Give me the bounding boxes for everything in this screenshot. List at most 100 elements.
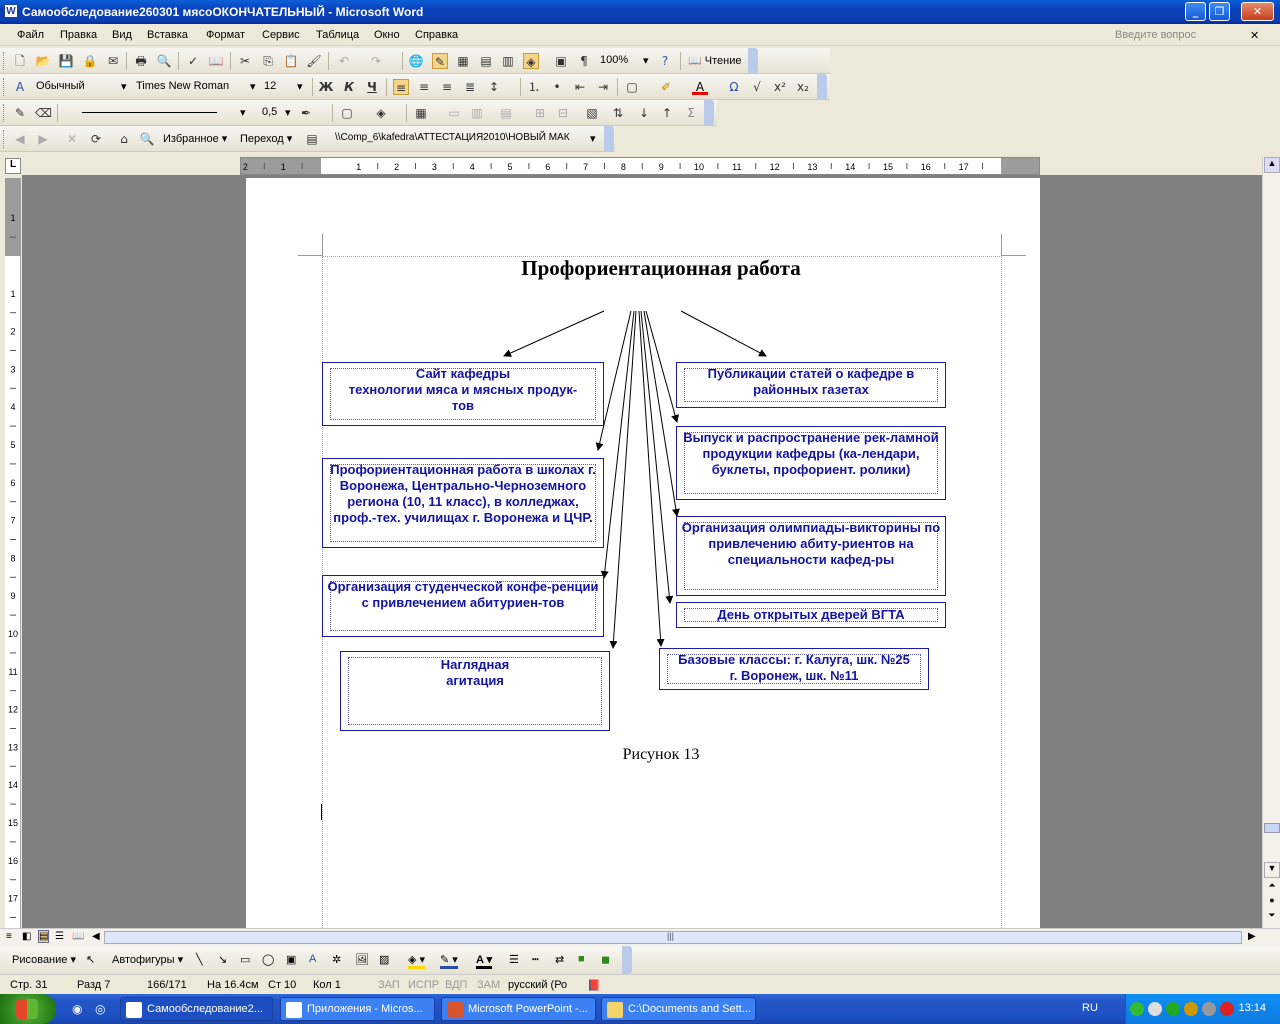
outside-border-icon[interactable]: ▢ xyxy=(339,105,355,121)
distribute-rows-icon[interactable]: ⊞ xyxy=(532,105,548,121)
fill-color-icon[interactable]: ◈ ▾ xyxy=(408,953,426,969)
email-icon[interactable]: ✉ xyxy=(105,53,121,69)
3d-icon[interactable]: ◼ xyxy=(601,953,610,966)
style-dropdown-icon[interactable]: ▾ xyxy=(121,80,127,93)
hscroll-thumb[interactable]: ||| xyxy=(104,931,1242,944)
task-word[interactable]: Самообследование2... xyxy=(120,997,273,1021)
style-select[interactable]: Обычный xyxy=(36,80,85,92)
blocked-icon[interactable] xyxy=(1220,1002,1234,1016)
task-powerpoint[interactable]: Microsoft PowerPoint -... xyxy=(441,997,596,1021)
font-dropdown-icon[interactable]: ▾ xyxy=(250,80,256,93)
text-direction-icon[interactable]: ⇅ xyxy=(610,105,626,121)
scroll-up-icon[interactable]: ▲ xyxy=(1264,157,1280,173)
open-icon[interactable]: 📂 xyxy=(35,53,51,69)
scroll-right-icon[interactable]: ▶ xyxy=(1248,931,1256,942)
zoom-dropdown-icon[interactable]: ▾ xyxy=(643,54,649,67)
normal-view-icon[interactable]: ≡ xyxy=(6,931,12,942)
status-ext[interactable]: ВДП xyxy=(445,979,467,991)
toolbar-options-icon[interactable] xyxy=(817,74,827,100)
toolbar-options-icon[interactable] xyxy=(704,100,714,126)
box-olympiad[interactable]: Организация олимпиады-викторины по привл… xyxy=(676,516,946,596)
spelling-status-icon[interactable]: 📕 xyxy=(587,979,601,992)
box-openday[interactable]: День открытых дверей ВГТА xyxy=(676,602,946,628)
close-doc-icon[interactable]: ✕ xyxy=(1250,29,1259,42)
zoom-select[interactable]: 100% xyxy=(600,54,628,66)
status-trk[interactable]: ИСПР xyxy=(408,979,439,991)
autosum-icon[interactable]: Σ xyxy=(683,105,699,121)
shading-icon[interactable]: ◈ xyxy=(373,105,389,121)
back-icon[interactable]: ◀ xyxy=(12,131,28,147)
select-objects-icon[interactable]: ↖ xyxy=(86,953,95,966)
menu-file[interactable]: Файл xyxy=(17,29,44,41)
stop-icon[interactable]: ✕ xyxy=(64,131,80,147)
styles-icon[interactable]: A xyxy=(12,79,28,95)
menu-view[interactable]: Вид xyxy=(112,29,132,41)
tab-selector[interactable]: L xyxy=(5,158,21,174)
line-icon[interactable]: ╲ xyxy=(196,953,203,966)
toolbar-options-icon[interactable] xyxy=(622,946,632,974)
box-classes[interactable]: Базовые классы: г. Калуга, шк. №25 г. Во… xyxy=(659,648,929,690)
task-word-2[interactable]: Приложения - Micros... xyxy=(280,997,435,1021)
arrow-style-icon[interactable]: ⇄ xyxy=(555,953,564,966)
scroll-left-icon[interactable]: ◀ xyxy=(92,931,100,942)
next-page-icon[interactable]: ⏷ xyxy=(1264,910,1280,926)
sort-asc-icon[interactable]: ↓ xyxy=(636,105,652,121)
research-icon[interactable]: 📖 xyxy=(208,53,224,69)
ask-question-input[interactable]: Введите вопрос xyxy=(1115,29,1196,41)
bullets-icon[interactable]: • xyxy=(549,79,565,95)
size-dropdown-icon[interactable]: ▾ xyxy=(297,80,303,93)
draw-table-icon[interactable]: ✎ xyxy=(12,105,28,121)
doc-map-icon[interactable]: ▣ xyxy=(553,53,569,69)
task-explorer[interactable]: C:\Documents and Sett... xyxy=(601,997,756,1021)
redo-icon[interactable]: ↷ xyxy=(368,53,384,69)
autoshapes-menu[interactable]: Автофигуры ▾ xyxy=(112,953,183,966)
distribute-cols-icon[interactable]: ⊟ xyxy=(555,105,571,121)
box-advert[interactable]: Выпуск и распространение рек-ламной прод… xyxy=(676,426,946,500)
align-left-icon[interactable]: ≡ xyxy=(393,79,409,95)
merge-cells-icon[interactable]: ▭ xyxy=(446,105,462,121)
print-view-icon[interactable]: ▤ xyxy=(38,930,50,943)
undo-icon[interactable]: ↶ xyxy=(336,53,352,69)
show-desktop-icon[interactable]: ◉ xyxy=(72,1002,82,1016)
horizontal-ruler[interactable]: 2 1 1 2 3 4 5 6 7 8 9 10 11 12 13 14 15 16 17 xyxy=(240,157,1040,175)
new-doc-icon[interactable]: 🗋 xyxy=(12,53,28,69)
toolbar-options-icon[interactable] xyxy=(748,48,758,74)
minimize-button[interactable]: _ xyxy=(1185,2,1206,21)
box-site[interactable]: Сайт кафедры технологии мяса и мясных пр… xyxy=(322,362,604,426)
numbering-icon[interactable]: ⒈ xyxy=(526,79,542,95)
address-dropdown-icon[interactable]: ▾ xyxy=(590,132,596,145)
textbox-icon[interactable]: ▣ xyxy=(286,953,296,966)
equation-icon[interactable]: √ xyxy=(749,79,765,95)
refresh-icon[interactable]: ⟳ xyxy=(88,131,104,147)
clipart-icon[interactable]: 🖼 xyxy=(355,953,369,966)
insert-excel-icon[interactable]: ▤ xyxy=(478,53,494,69)
reading-view-icon[interactable]: 📖 xyxy=(72,931,84,942)
omega-icon[interactable]: Ω xyxy=(726,79,742,95)
scroll-down-icon[interactable]: ▼ xyxy=(1264,862,1280,878)
menu-tools[interactable]: Сервис xyxy=(262,29,300,41)
justify-icon[interactable]: ≣ xyxy=(462,79,478,95)
line-style-dropdown-icon[interactable]: ▾ xyxy=(240,106,246,119)
web-view-icon[interactable]: ◧ xyxy=(22,931,31,942)
status-language[interactable]: русский (Ро xyxy=(508,979,567,991)
sort-desc-icon[interactable]: ↑ xyxy=(659,105,675,121)
cut-icon[interactable]: ✂ xyxy=(237,53,253,69)
draw-menu[interactable]: Рисование ▾ xyxy=(12,953,76,966)
toolbar-grip[interactable] xyxy=(3,52,6,70)
vertical-ruler[interactable]: 1 1 2 3 4 5 6 7 8 9 10 11 12 13 14 15 16 17 xyxy=(5,178,21,928)
align-cell-icon[interactable]: ▤ xyxy=(498,105,514,121)
restore-button[interactable]: ❐ xyxy=(1209,2,1230,21)
menu-edit[interactable]: Правка xyxy=(60,29,97,41)
rectangle-icon[interactable]: ▭ xyxy=(240,953,250,966)
browser-quicklaunch-icon[interactable]: ◎ xyxy=(95,1002,105,1016)
font-size-select[interactable]: 12 xyxy=(264,80,276,92)
font-select[interactable]: Times New Roman xyxy=(136,80,229,92)
font-color-draw-icon[interactable]: A ▾ xyxy=(476,953,493,969)
split-cells-icon[interactable]: ▥ xyxy=(469,105,485,121)
horizontal-scrollbar[interactable]: ≡ ◧ ▤ ☰ 📖 ◀ ||| ▶ xyxy=(0,928,1280,946)
forward-icon[interactable]: ▶ xyxy=(35,131,51,147)
paste-icon[interactable]: 📋 xyxy=(283,53,299,69)
insert-table-icon[interactable]: ▦ xyxy=(413,105,429,121)
line-spacing-icon[interactable]: ↕ xyxy=(486,79,502,95)
border-icon[interactable]: ▢ xyxy=(624,79,640,95)
